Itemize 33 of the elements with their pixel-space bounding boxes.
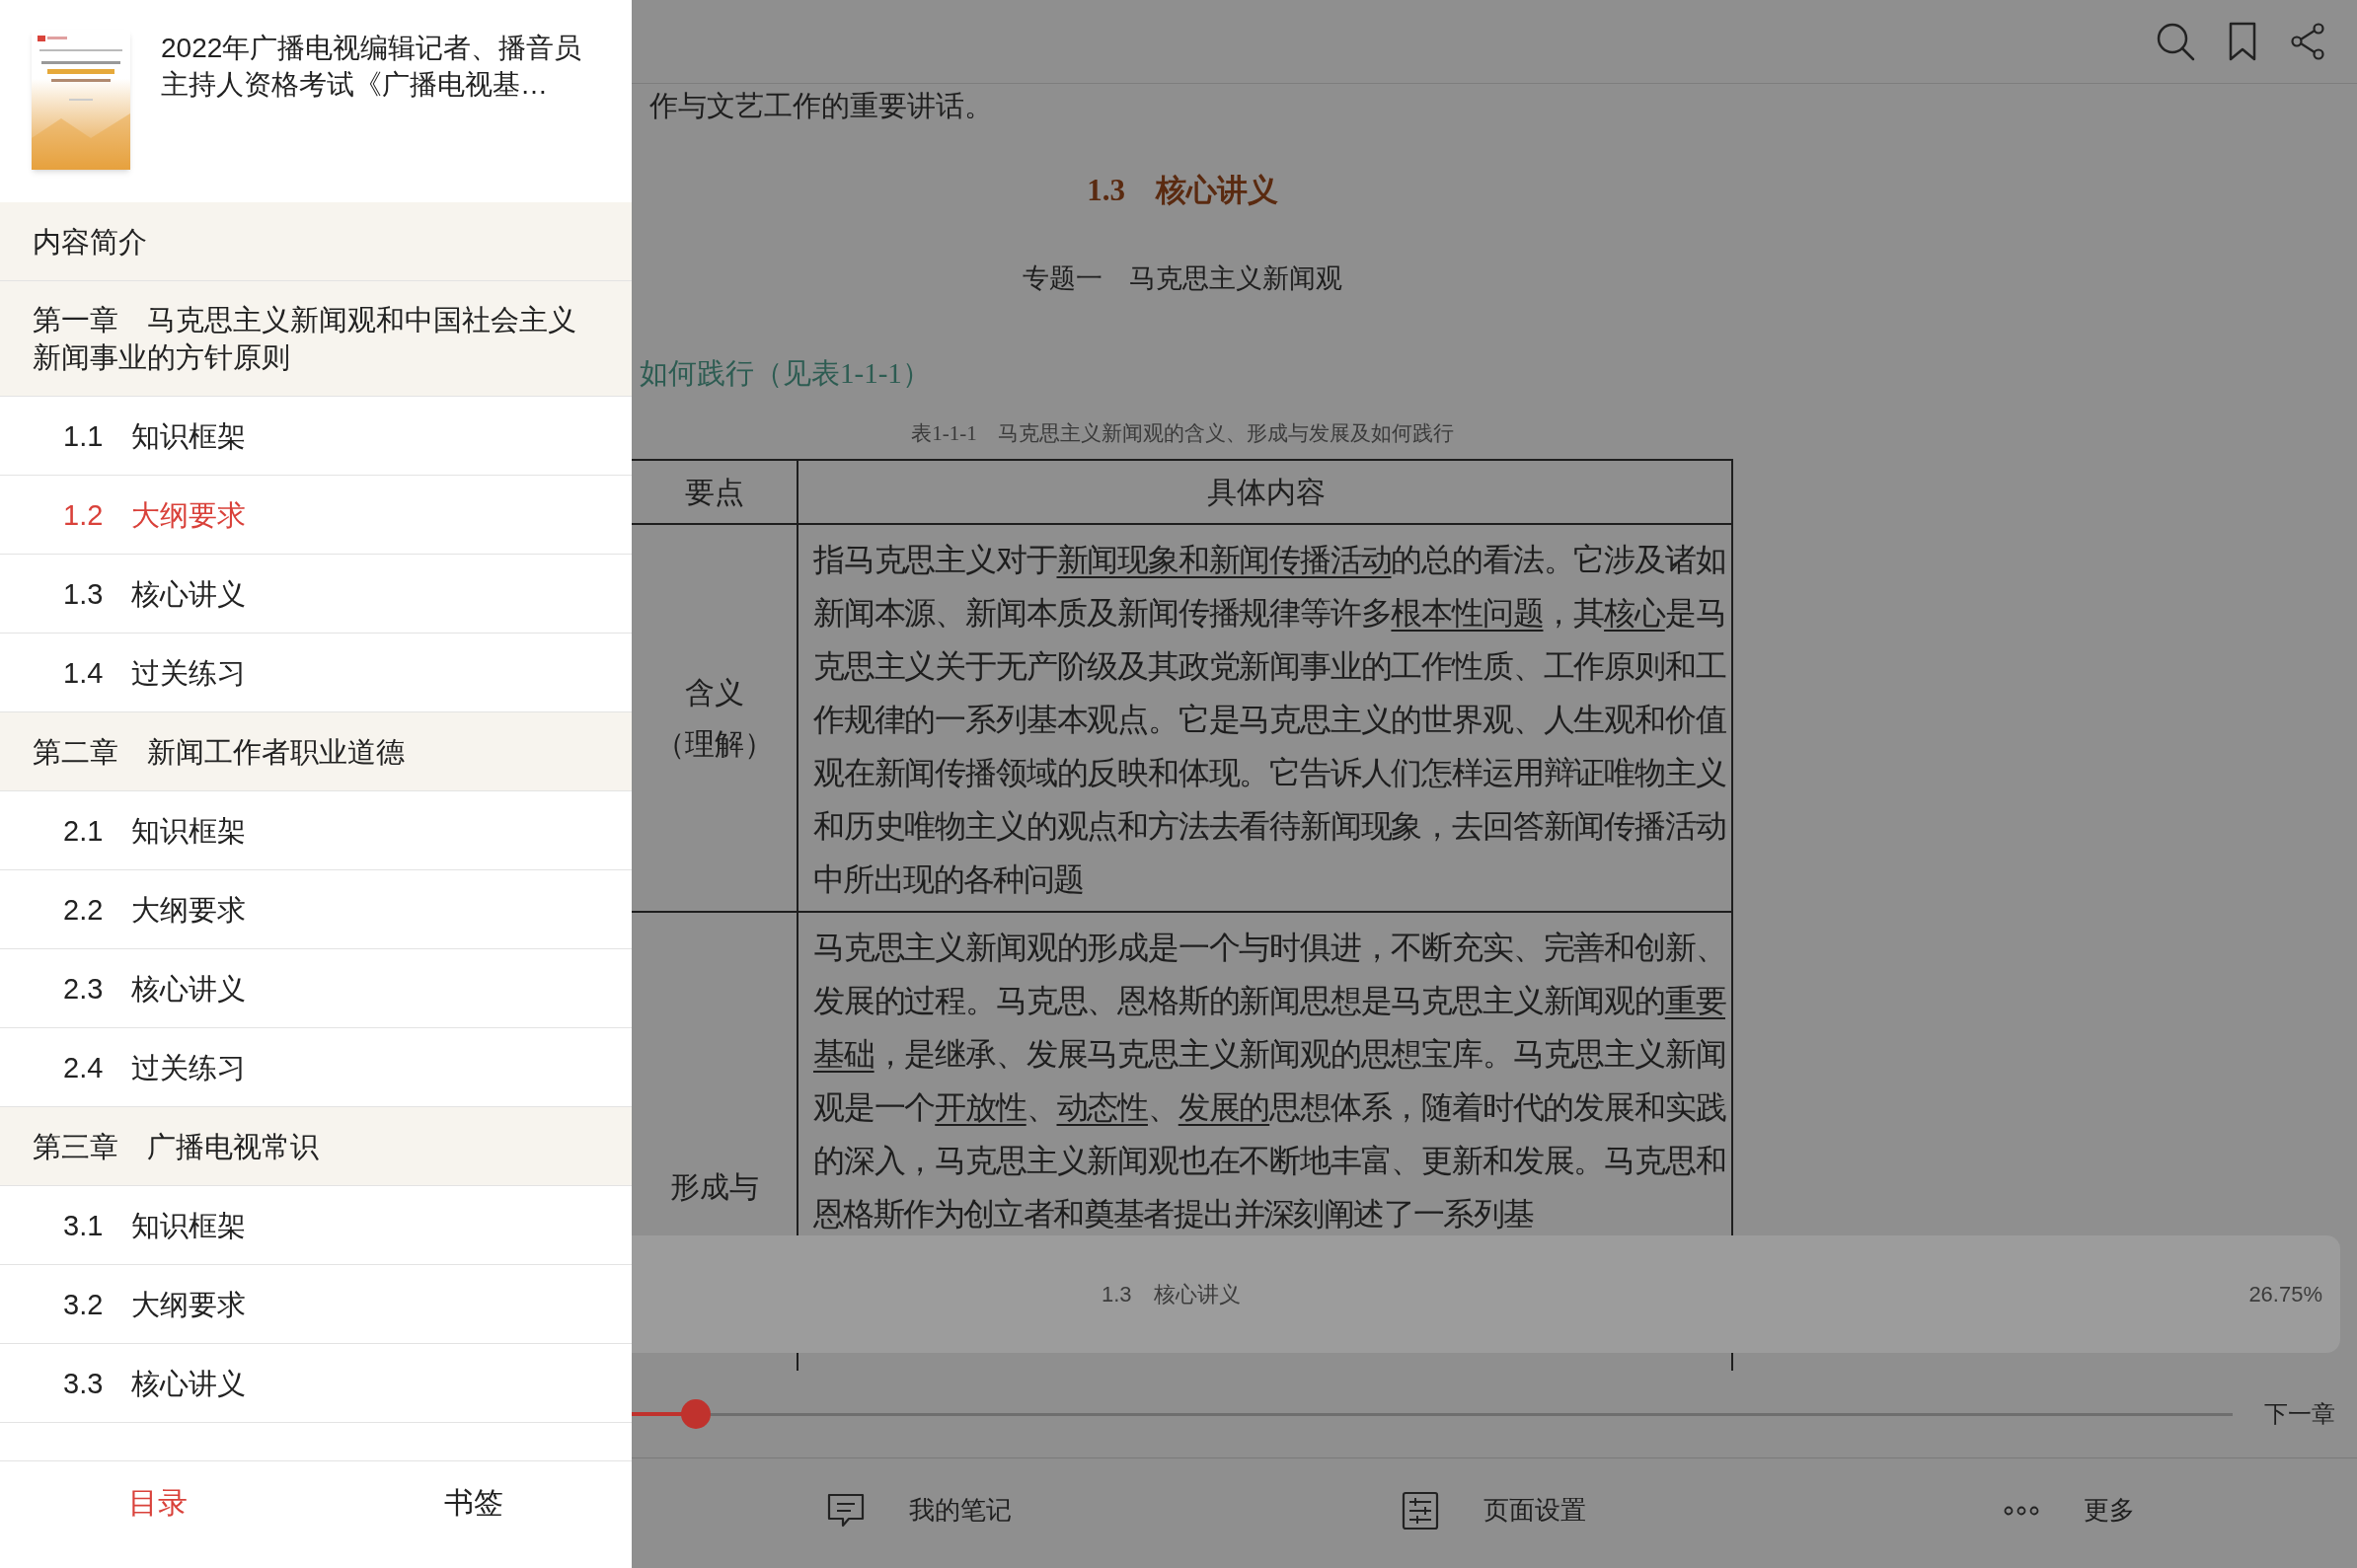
sidebar-tab[interactable]: 书签 <box>316 1461 632 1568</box>
chapter-label: 1.3 核心讲义 <box>1102 1281 1241 1308</box>
progress-slider[interactable] <box>632 1399 2233 1429</box>
column-header: 要点 <box>684 475 744 510</box>
table-cell-text: 马克思主义新闻观的形成是一个与时俱进，不断充实、完善和创新、发展的过程。马克思、恩格斯的新闻思想是马克思主义新闻观的重要基础，是继承、发展马克思主义新闻观的思想宝库。马克思主义新闻观是一个开放性、动态性、发展的思想体系，随着时代的发展和实践的深入，马克思主义新闻观也在不断地丰富、更新和发展。马克思和恩格斯作为创立者和奠基者提出并深刻阐述了一系列基 <box>813 929 1725 1233</box>
settings-icon <box>1402 1490 1440 1531</box>
column-header: 具体内容 <box>1206 475 1326 510</box>
row-label: （理解） <box>654 725 774 762</box>
book-title: 2022年广播电视编辑记者、播音员主持人资格考试《广播电视基… <box>161 32 583 102</box>
next-chapter-button[interactable]: 下一章 <box>2264 1396 2335 1432</box>
table-cell-text: 指马克思主义对于新闻现象和新闻传播活动的总的看法。它涉及诸如新闻本源、新闻本质及新闻传播规律等许多根本性问题，其核心是马克思主义关于无产阶级及其政党新闻事业的工作性质、工作原则和工作规律的一系列基本观点。它是马克思主义的世界观、人生观和价值观在新闻传播领域的反映和体现。它告诉人们怎样运用辩证唯物主义和历史唯物主义的观点和方法去看待新闻现象，去回答新闻传播活动中所出现的各种问题 <box>813 541 1725 899</box>
chapter-item[interactable]: 第三章 广播电视常识 <box>0 1107 632 1186</box>
toolbar-button[interactable]: 我的笔记 <box>632 1458 1207 1568</box>
body-text: 作与文艺工作的重要讲话。 <box>648 89 994 123</box>
slider-thumb[interactable] <box>680 1399 711 1429</box>
table-caption: 表1-1-1 马克思主义新闻观的含义、形成与发展及如何践行 <box>910 420 1455 447</box>
search-icon[interactable] <box>2156 22 2195 61</box>
comment-icon <box>826 1492 865 1529</box>
section-heading: 1.3 核心讲义 <box>1086 172 1279 209</box>
chapter-item[interactable]: 内容简介 <box>0 202 632 281</box>
row-label: 形成与 <box>669 1169 759 1205</box>
chapter-item[interactable]: 第一章 马克思主义新闻观和中国社会主义新闻事业的方针原则 <box>0 281 632 397</box>
row-label: 含义 <box>684 674 744 710</box>
topic-heading: 专题一 马克思主义新闻观 <box>1022 262 1343 295</box>
bookmark-icon[interactable] <box>2228 22 2257 61</box>
progress-percent: 26.75% <box>2248 1281 2322 1308</box>
chapter-item[interactable]: 第二章 新闻工作者职业道德 <box>0 712 632 791</box>
toolbar-button[interactable]: 页面设置 <box>1206 1458 1783 1568</box>
toolbar-button[interactable]: 更多 <box>1782 1458 2357 1568</box>
subheading: 如何践行（见表1-1-1） <box>639 356 932 391</box>
sidebar-tab[interactable]: 目录 <box>0 1461 316 1568</box>
more-icon <box>2004 1505 2040 1516</box>
share-icon[interactable] <box>2290 23 2325 60</box>
